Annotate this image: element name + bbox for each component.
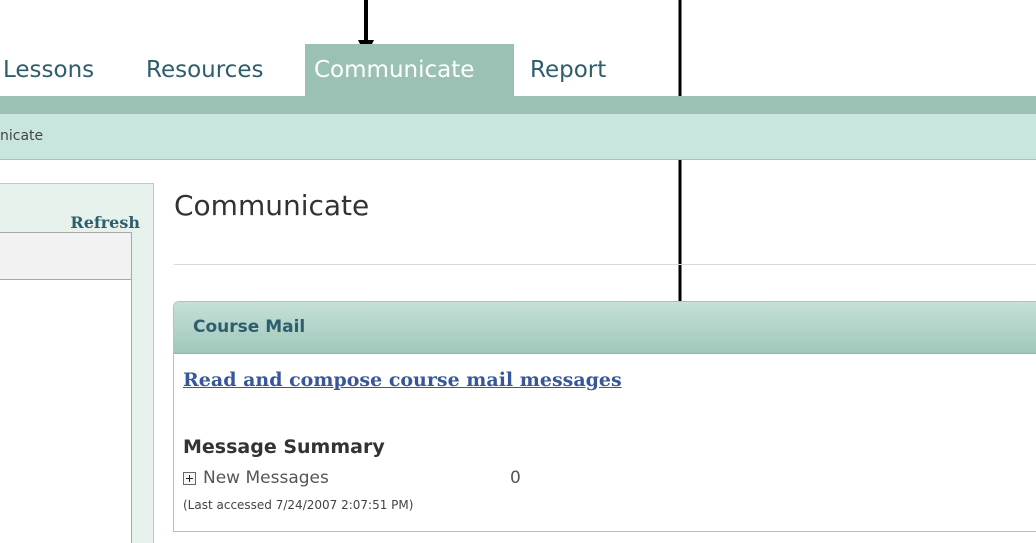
new-messages-label[interactable]: New Messages bbox=[203, 468, 329, 488]
read-compose-mail-link[interactable]: Read and compose course mail messages bbox=[183, 369, 622, 391]
left-panel-list bbox=[0, 280, 132, 543]
expand-plus-icon[interactable] bbox=[183, 472, 196, 485]
course-mail-header: Course Mail bbox=[174, 302, 1036, 354]
tab-bar: Lessons Resources Communicate Report bbox=[0, 44, 1036, 96]
course-mail-header-label: Course Mail bbox=[193, 317, 306, 337]
tab-report[interactable]: Report bbox=[530, 44, 606, 96]
tab-resources[interactable]: Resources bbox=[146, 44, 263, 96]
page-title: Communicate bbox=[174, 189, 370, 222]
left-panel: Refresh bbox=[0, 183, 154, 543]
tab-lessons[interactable]: Lessons bbox=[3, 44, 94, 96]
tab-communicate[interactable]: Communicate bbox=[305, 44, 514, 96]
tab-underline-band bbox=[0, 96, 1036, 114]
refresh-button[interactable]: Refresh bbox=[70, 213, 140, 232]
breadcrumb-bar: nicate bbox=[0, 114, 1036, 160]
course-mail-panel: Course Mail Read and compose course mail… bbox=[173, 301, 1036, 532]
new-messages-count: 0 bbox=[510, 468, 521, 488]
title-divider bbox=[174, 264, 1036, 265]
message-summary-heading: Message Summary bbox=[183, 436, 385, 458]
left-panel-list-header bbox=[0, 232, 132, 280]
last-accessed-text: (Last accessed 7/24/2007 2:07:51 PM) bbox=[183, 498, 414, 512]
breadcrumb: nicate bbox=[0, 128, 44, 144]
